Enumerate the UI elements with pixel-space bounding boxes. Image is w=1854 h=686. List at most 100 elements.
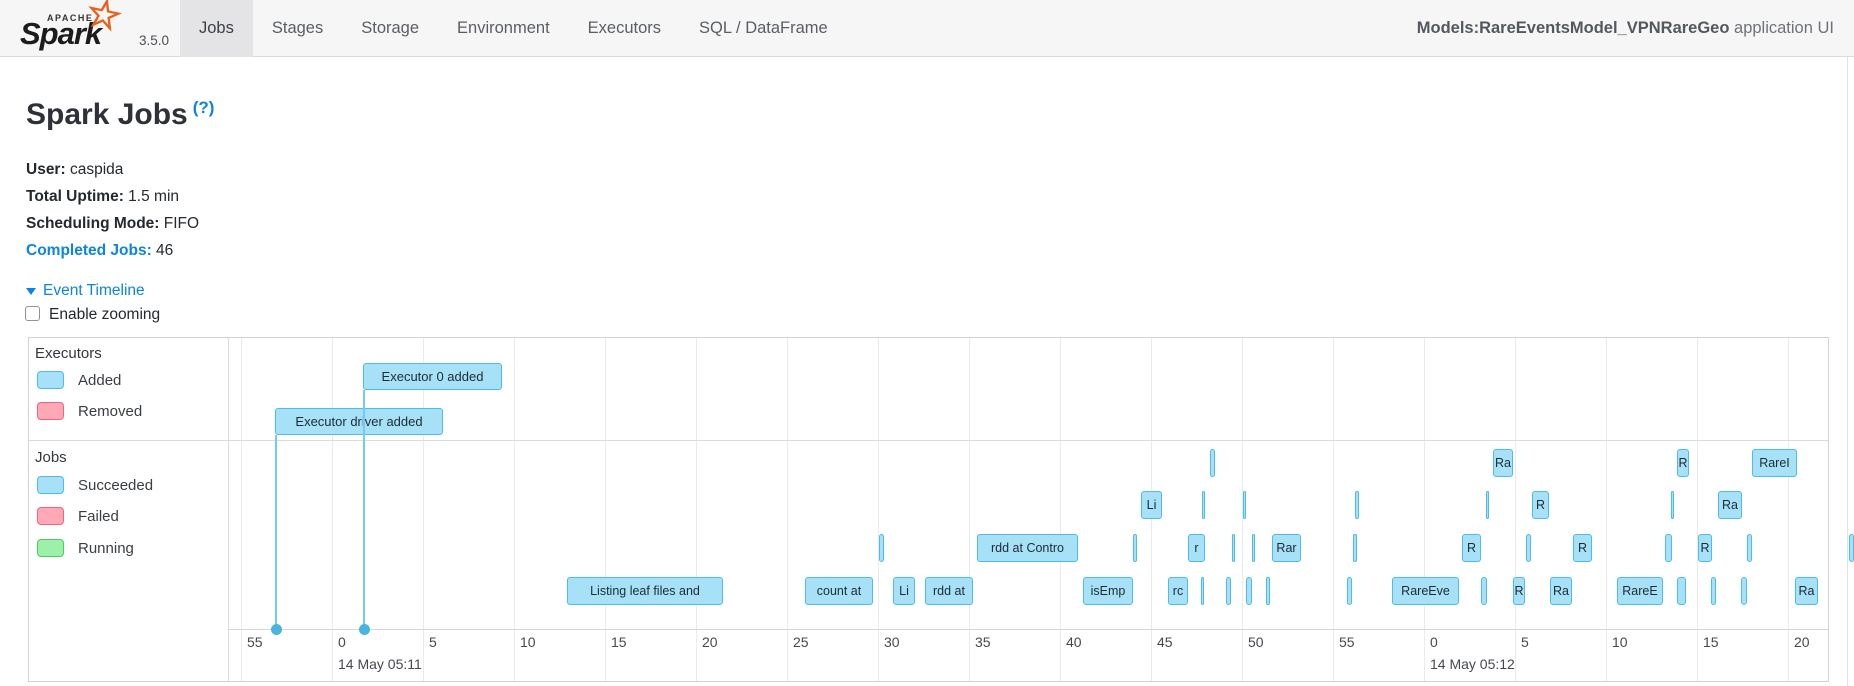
job-event[interactable]: R <box>1677 449 1689 477</box>
tab-executors[interactable]: Executors <box>569 0 680 57</box>
job-event[interactable] <box>1353 534 1357 562</box>
collapse-arrow-icon <box>26 288 36 295</box>
job-event[interactable]: rc <box>1168 577 1188 605</box>
info-row-completed-jobs-: Completed Jobs: 46 <box>26 237 199 264</box>
legend-item-running: Running <box>37 539 134 557</box>
executors-jobs-divider <box>29 440 1828 441</box>
job-event[interactable]: RareI <box>1752 449 1797 477</box>
job-event[interactable]: RareE <box>1617 577 1663 605</box>
job-event[interactable]: count at <box>805 577 873 605</box>
application-name: Models:RareEventsModel_VPNRareGeo <box>1417 19 1730 37</box>
job-event[interactable]: r <box>1188 534 1205 562</box>
completed-jobs-link[interactable]: Completed Jobs: <box>26 242 152 259</box>
job-event[interactable]: R <box>1462 534 1481 562</box>
legend-label: Removed <box>78 403 142 420</box>
job-event[interactable] <box>1665 534 1672 562</box>
page-title: Spark Jobs (?) <box>26 98 214 132</box>
axis-tick: 15 <box>1703 634 1719 650</box>
event-timeline-label: Event Timeline <box>43 282 145 299</box>
job-event[interactable] <box>1210 449 1215 477</box>
job-event[interactable] <box>1747 534 1752 562</box>
job-event[interactable]: rdd at Contro <box>977 534 1078 562</box>
executor-event-dot <box>271 624 282 635</box>
job-event[interactable] <box>1526 534 1531 562</box>
job-event[interactable] <box>1201 577 1204 605</box>
tab-storage[interactable]: Storage <box>342 0 438 57</box>
tab-jobs[interactable]: Jobs <box>180 0 253 57</box>
axis-tick: 40 <box>1066 634 1082 650</box>
legend-item-succeeded: Succeeded <box>37 476 153 494</box>
job-event[interactable]: R <box>1698 534 1712 562</box>
legend-label: Failed <box>78 508 119 525</box>
job-event[interactable] <box>1355 491 1359 519</box>
legend-section-executors: Executors <box>35 345 102 362</box>
job-event[interactable] <box>1671 491 1674 519</box>
job-event[interactable] <box>1347 577 1352 605</box>
job-event[interactable] <box>1711 577 1716 605</box>
axis-tick: 20 <box>702 634 718 650</box>
page-title-text: Spark Jobs <box>26 98 188 131</box>
job-event[interactable]: rdd at <box>925 577 973 605</box>
job-event[interactable]: Listing leaf files and <box>567 577 723 605</box>
axis-tick: 45 <box>1157 634 1173 650</box>
failed-swatch <box>37 507 64 525</box>
succeeded-swatch <box>37 476 64 494</box>
job-event[interactable]: Ra <box>1493 449 1513 477</box>
job-event[interactable] <box>1252 534 1255 562</box>
job-event[interactable] <box>1133 534 1137 562</box>
job-event[interactable] <box>1243 491 1246 519</box>
job-event[interactable] <box>1486 491 1489 519</box>
running-swatch <box>37 539 64 557</box>
executor-event-line <box>363 390 365 629</box>
job-event[interactable]: Ra <box>1795 577 1818 605</box>
info-value: 46 <box>152 242 174 259</box>
info-row-total-uptime-: Total Uptime: 1.5 min <box>26 183 199 210</box>
axis-tick: 5 <box>1521 634 1529 650</box>
spark-jobs-page: APACHE Spark ☆ 3.5.0 JobsStagesStorageEn… <box>0 0 1854 686</box>
axis-tick: 0 <box>338 634 346 650</box>
job-event[interactable] <box>1849 534 1854 562</box>
added-swatch <box>37 371 64 389</box>
job-event[interactable]: R <box>1532 491 1549 519</box>
job-event[interactable] <box>1202 491 1205 519</box>
job-event[interactable]: Li <box>893 577 915 605</box>
job-event[interactable] <box>879 534 884 562</box>
info-value: caspida <box>66 161 124 178</box>
job-event[interactable]: Rar <box>1272 534 1301 562</box>
job-event[interactable] <box>1741 577 1747 605</box>
axis-tick: 0 <box>1430 634 1438 650</box>
axis-date-label: 14 May 05:12 <box>1430 656 1515 672</box>
tab-environment[interactable]: Environment <box>438 0 569 57</box>
job-event[interactable] <box>1677 577 1686 605</box>
application-title: Models:RareEventsModel_VPNRareGeo applic… <box>1417 0 1834 57</box>
executor-event[interactable]: Executor 0 added <box>363 363 502 390</box>
legend-section-jobs: Jobs <box>35 449 67 466</box>
job-event[interactable]: R <box>1573 534 1592 562</box>
axis-tick: 50 <box>1248 634 1264 650</box>
info-row-user-: User: caspida <box>26 156 199 183</box>
enable-zooming-label: Enable zooming <box>49 306 160 323</box>
job-event[interactable]: Li <box>1141 491 1162 519</box>
event-timeline-toggle[interactable]: Event Timeline <box>26 282 145 300</box>
info-value: FIFO <box>159 215 199 232</box>
job-event[interactable] <box>1232 534 1235 562</box>
job-event[interactable] <box>1246 577 1252 605</box>
job-event[interactable]: Ra <box>1550 577 1572 605</box>
tab-sql-dataframe[interactable]: SQL / DataFrame <box>680 0 847 57</box>
job-event[interactable]: isEmp <box>1083 577 1133 605</box>
help-link[interactable]: (?) <box>193 98 215 117</box>
axis-tick: 10 <box>520 634 536 650</box>
executor-event[interactable]: Executor driver added <box>275 408 443 435</box>
enable-zooming-checkbox[interactable] <box>25 306 40 321</box>
job-event[interactable]: RareEve <box>1392 577 1459 605</box>
job-event[interactable] <box>1226 577 1231 605</box>
axis-tick: 10 <box>1612 634 1628 650</box>
axis-tick: 30 <box>884 634 900 650</box>
tab-stages[interactable]: Stages <box>253 0 342 57</box>
job-event[interactable]: R <box>1513 577 1525 605</box>
axis-tick: 55 <box>247 634 263 650</box>
job-event[interactable]: Ra <box>1718 491 1742 519</box>
legend-item-failed: Failed <box>37 507 119 525</box>
job-event[interactable] <box>1481 577 1487 605</box>
job-event[interactable] <box>1266 577 1270 605</box>
